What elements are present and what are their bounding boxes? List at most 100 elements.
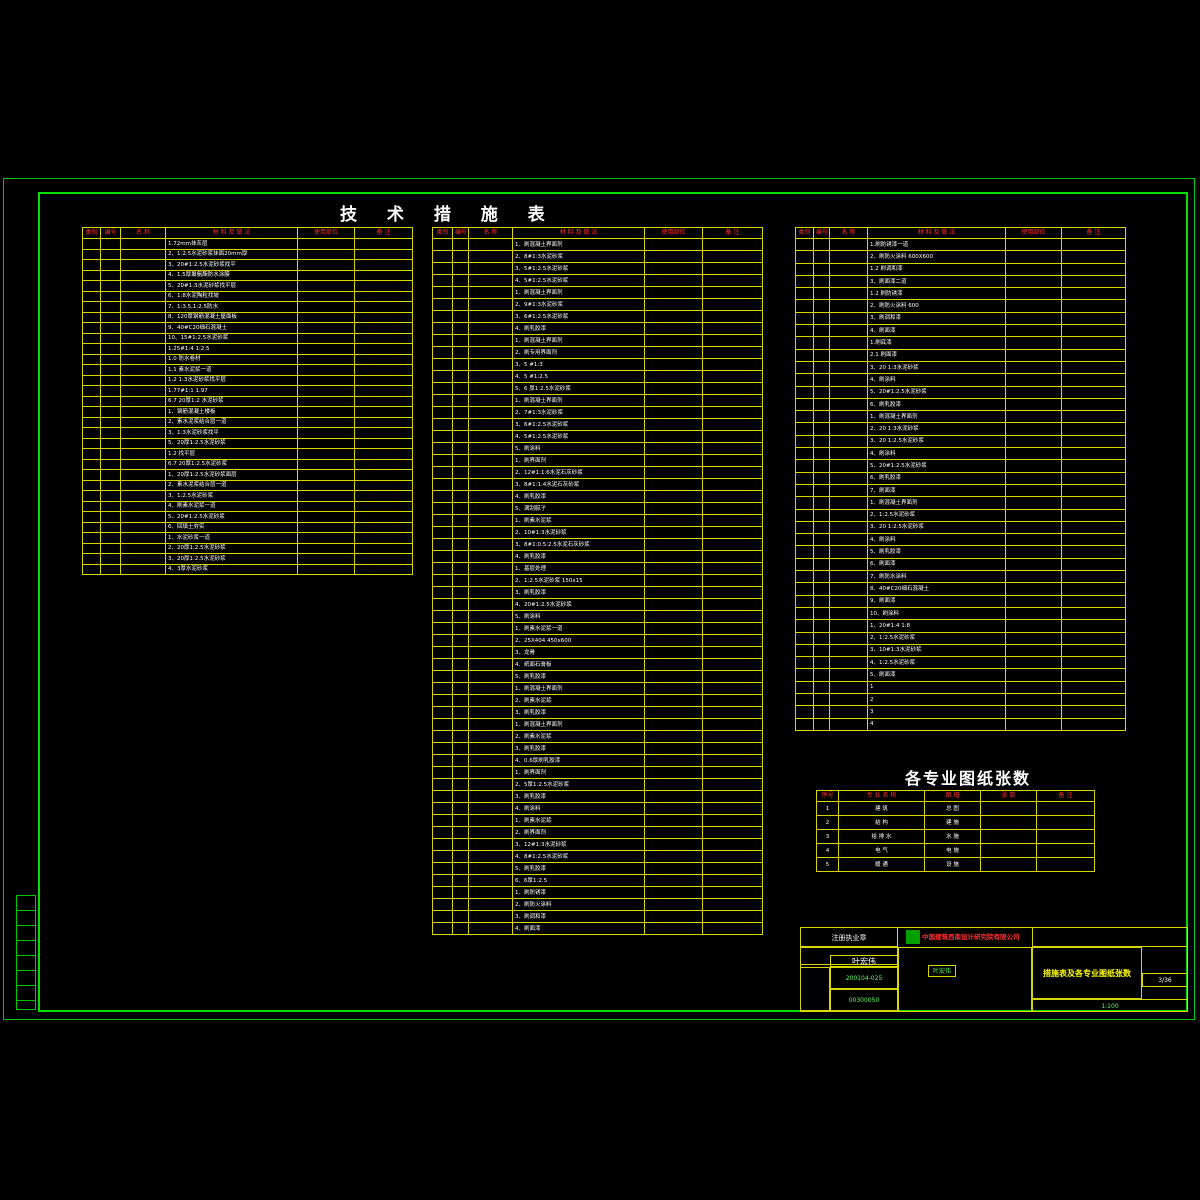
table-cell (297, 427, 355, 439)
table-cell (702, 562, 763, 575)
table-cell (82, 259, 101, 271)
table-cell (1061, 668, 1126, 682)
table-row: 3、8#1:1:4水泥石灰砂浆 (432, 478, 763, 491)
table-cell (644, 346, 703, 359)
table-cell (1061, 397, 1126, 412)
table-cell (100, 395, 121, 407)
table-cell (829, 643, 868, 658)
table-cell (468, 346, 513, 359)
table-cell (82, 395, 101, 407)
material-cell: 3、1:2.5水泥砂浆 (165, 490, 298, 502)
table-row: 3、8#1:0.5:2.5水泥石灰砂浆 (432, 538, 763, 551)
table-cell (1005, 250, 1062, 264)
table-cell (468, 538, 513, 551)
material-cell: 4、5#1:2.5水泥砂浆 (512, 430, 645, 443)
table-cell (452, 418, 469, 431)
table-row: 3、20 1:2.5水泥砂浆 (795, 434, 1126, 449)
table-cell (829, 483, 868, 498)
table-cell (1005, 262, 1062, 276)
table-cell (702, 886, 763, 899)
material-cell: 3、20#1:2.5水泥砂浆找平 (165, 259, 298, 271)
table-cell (120, 427, 166, 439)
table-cell (795, 385, 814, 399)
table-cell (468, 334, 513, 347)
table-cell (1005, 360, 1062, 375)
table-cell (702, 382, 763, 395)
material-cell: 4、1.5厚聚氨酯防水涂膜 (165, 269, 298, 281)
header-cell: 名 称 (468, 227, 513, 239)
material-cell: 2 (867, 692, 1006, 707)
table-cell (432, 418, 453, 431)
table-cell (829, 262, 868, 276)
table-cell (100, 448, 121, 460)
table-cell (120, 479, 166, 491)
table-cell (354, 280, 413, 292)
table-cell (702, 442, 763, 455)
table-cell (644, 706, 703, 719)
table-cell (82, 353, 101, 365)
table-cell (1061, 274, 1126, 289)
table-cell (1005, 422, 1062, 436)
table-cell (297, 248, 355, 260)
table-cell (702, 694, 763, 707)
table-row: 4、刷乳胶漆 (432, 550, 763, 563)
table-row: 1.2 找平层 (82, 448, 413, 460)
table-cell (100, 364, 121, 376)
table-cell (813, 237, 830, 252)
material-cell: 4、刷素水泥浆一道 (165, 500, 298, 512)
table-cell (644, 310, 703, 323)
table-cell (829, 520, 868, 535)
table-cell (702, 406, 763, 419)
table-cell (100, 542, 121, 554)
table-cell (432, 346, 453, 359)
table-row: 2、7#1:3水泥砂浆 (432, 406, 763, 419)
table-cell (354, 532, 413, 544)
material-cell: 3、20 1:2.5水泥砂浆 (867, 520, 1006, 535)
table-row: 1、钢筋混凝土楼板 (82, 406, 413, 418)
table-cell (452, 322, 469, 335)
table-row: 5、刷乳胶漆 (432, 670, 763, 683)
table-cell (1005, 410, 1062, 424)
table-row: 1、刷混凝土界面剂 (432, 334, 763, 347)
table-cell (644, 262, 703, 275)
table-cell (644, 802, 703, 815)
table-cell (644, 826, 703, 839)
table-cell (644, 526, 703, 539)
material-cell: 1、钢筋混凝土楼板 (165, 406, 298, 418)
table-row: 2 (795, 692, 1126, 707)
table-cell (644, 298, 703, 311)
table-cell (468, 430, 513, 443)
header-cell: 图 幅 (924, 790, 981, 802)
table-cell (452, 250, 469, 263)
table-cell (452, 874, 469, 887)
table-row: 1.2 刷调和漆 (795, 262, 1126, 276)
material-cell: 2、刷防火涂料 600 (867, 299, 1006, 313)
table-cell (1005, 533, 1062, 547)
material-cell: 3、12#1:3水泥砂浆 (512, 838, 645, 851)
table-cell (82, 301, 101, 313)
table-cell (1005, 594, 1062, 608)
table-cell (468, 634, 513, 647)
table-cell (702, 550, 763, 563)
material-cell: 3、刷调和漆 (867, 311, 1006, 326)
table-cell (813, 717, 830, 731)
table-cell (432, 310, 453, 323)
material-cell: 5、满刮腻子 (512, 502, 645, 515)
material-cell: 4 (867, 717, 1006, 731)
table-cell (644, 874, 703, 887)
table-row: 3 (795, 705, 1126, 719)
table-cell (468, 454, 513, 467)
table-cell (813, 631, 830, 645)
table-cell (468, 574, 513, 587)
table-cell (468, 526, 513, 539)
table-cell (297, 322, 355, 334)
table-cell (1061, 557, 1126, 572)
table-cell (432, 598, 453, 611)
table-cell (813, 397, 830, 412)
header-cell: 类别 (432, 227, 453, 239)
table-row: 1、刷素水泥浆 (432, 514, 763, 527)
table-cell (354, 406, 413, 418)
table-cell (702, 454, 763, 467)
table-cell (432, 262, 453, 275)
table-row: 5、20#1:3水泥砂浆找平层 (82, 280, 413, 292)
